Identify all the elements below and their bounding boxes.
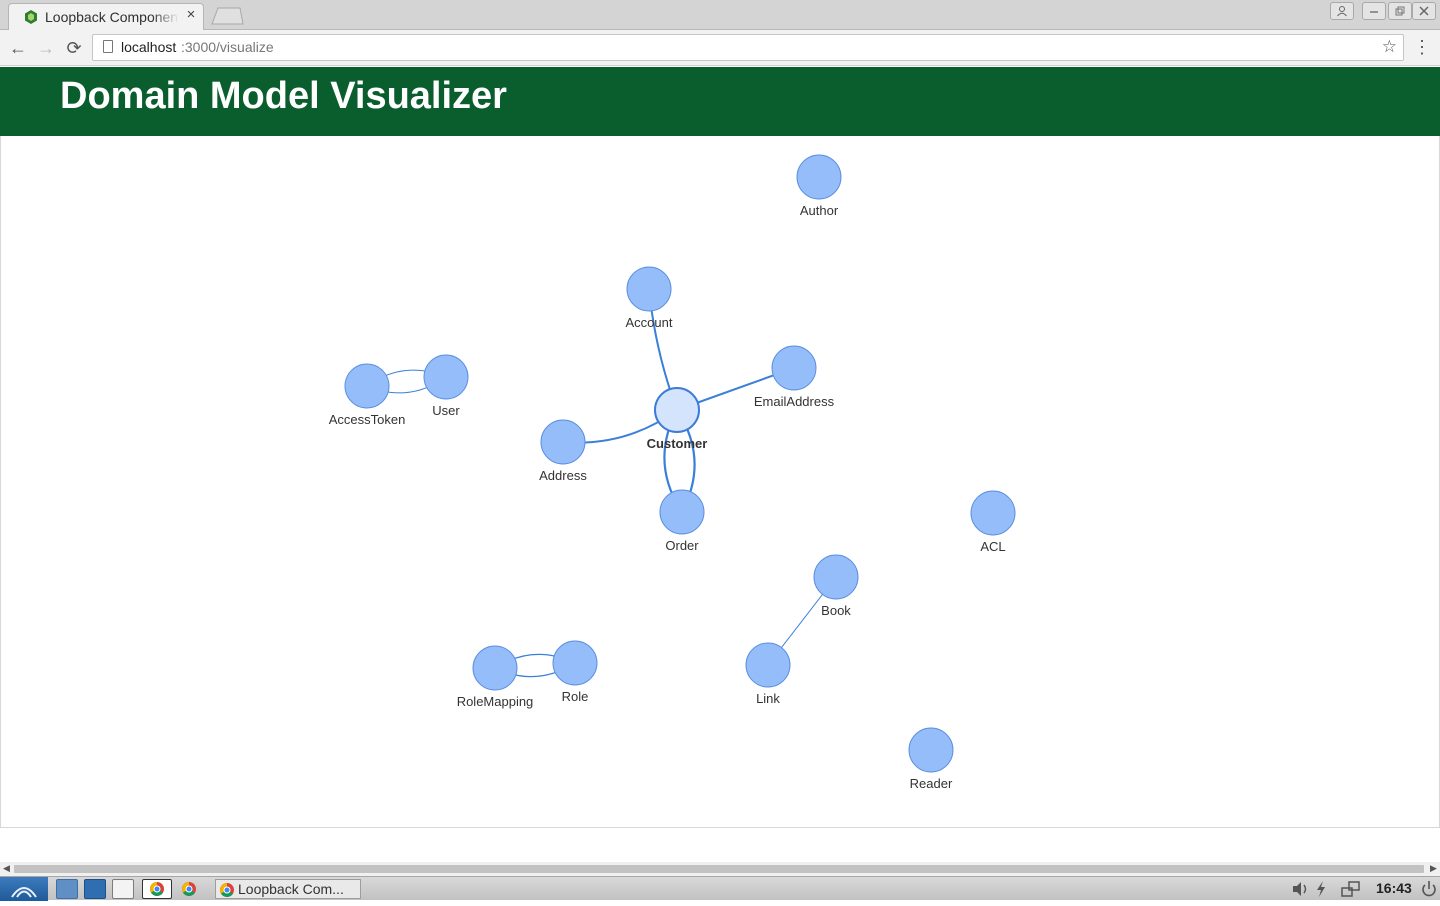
terminal-icon[interactable] <box>84 879 106 899</box>
node-circle-customer[interactable] <box>654 387 700 433</box>
tab-title: Loopback Components <box>45 9 179 25</box>
reload-icon[interactable]: ⟳ <box>63 37 85 59</box>
bookmark-star-icon[interactable]: ☆ <box>1382 37 1397 57</box>
minimize-button[interactable] <box>1362 2 1386 20</box>
node-label-order: Order <box>665 538 699 553</box>
scroll-left-icon[interactable]: ◀ <box>3 863 10 874</box>
node-circle-accesstoken[interactable] <box>344 363 390 409</box>
volume-icon[interactable] <box>1290 879 1312 899</box>
node-circle-link[interactable] <box>745 642 791 688</box>
node-circle-author[interactable] <box>796 154 842 200</box>
node-circle-role[interactable] <box>552 640 598 686</box>
node-circle-user[interactable] <box>423 354 469 400</box>
tab-close-icon[interactable]: × <box>184 7 198 23</box>
page-info-icon[interactable] <box>103 40 113 53</box>
graph-node-account[interactable]: Account <box>626 266 673 330</box>
node-label-book: Book <box>821 603 851 618</box>
graph-node-role[interactable]: Role <box>552 640 598 704</box>
new-tab-button[interactable] <box>210 7 244 25</box>
file-manager-icon[interactable] <box>56 879 78 899</box>
url-path: :3000/visualize <box>181 39 274 55</box>
loopback-favicon-icon <box>25 10 37 24</box>
scrollbar-thumb[interactable] <box>14 865 1424 873</box>
graph-canvas[interactable]: Author Account EmailAddress Customer Address… <box>0 136 1440 828</box>
node-circle-book[interactable] <box>813 554 859 600</box>
node-label-reader: Reader <box>910 776 953 791</box>
node-label-address: Address <box>539 468 587 483</box>
desktop-taskbar: Loopback Com... 16:43 <box>0 876 1440 901</box>
forward-icon[interactable]: → <box>35 37 57 59</box>
graph-links <box>366 288 837 678</box>
node-circle-order[interactable] <box>659 489 705 535</box>
node-circle-reader[interactable] <box>908 727 954 773</box>
chrome-launcher-icon[interactable] <box>142 879 172 899</box>
graph-node-rolemapping[interactable]: RoleMapping <box>457 645 534 709</box>
horizontal-scrollbar[interactable]: ◀ ▶ <box>0 862 1440 876</box>
node-label-role: Role <box>562 689 589 704</box>
scroll-right-icon[interactable]: ▶ <box>1430 863 1437 874</box>
chrome-app-icon[interactable] <box>178 879 200 899</box>
graph-node-customer[interactable]: Customer <box>647 387 708 451</box>
browser-tabstrip: Loopback Components × <box>0 0 1440 30</box>
browser-toolbar: ← → ⟳ localhost :3000/visualize ☆ ⋮ <box>0 30 1440 66</box>
graph-node-user[interactable]: User <box>423 354 469 418</box>
network-icon[interactable] <box>1340 879 1362 899</box>
taskbar-clock: 16:43 <box>1376 880 1412 896</box>
page-title: Domain Model Visualizer <box>60 75 507 117</box>
restore-button[interactable] <box>1388 2 1412 20</box>
graph-nodes: Author Account EmailAddress Customer Address… <box>329 154 1016 791</box>
graph-node-order[interactable]: Order <box>659 489 705 553</box>
node-label-user: User <box>432 403 460 418</box>
power-charge-icon[interactable] <box>1314 879 1328 899</box>
browser-menu-icon[interactable]: ⋮ <box>1413 36 1431 58</box>
node-label-rolemapping: RoleMapping <box>457 694 534 709</box>
domain-model-graph[interactable]: Author Account EmailAddress Customer Address… <box>1 136 1440 828</box>
node-label-link: Link <box>756 691 780 706</box>
graph-node-accesstoken[interactable]: AccessToken <box>329 363 406 427</box>
node-label-author: Author <box>800 203 839 218</box>
taskbar-task-chrome[interactable]: Loopback Com... <box>215 879 361 899</box>
back-icon[interactable]: ← <box>7 37 29 59</box>
chrome-task-icon <box>220 883 234 897</box>
node-label-accesstoken: AccessToken <box>329 412 406 427</box>
url-host: localhost <box>121 39 177 55</box>
profile-icon[interactable] <box>1330 2 1354 20</box>
node-label-acl: ACL <box>980 539 1005 554</box>
graph-node-book[interactable]: Book <box>813 554 859 618</box>
graph-node-acl[interactable]: ACL <box>970 490 1016 554</box>
graph-node-reader[interactable]: Reader <box>908 727 954 791</box>
node-circle-account[interactable] <box>626 266 672 312</box>
browser-tab[interactable]: Loopback Components × <box>8 3 204 30</box>
shutdown-icon[interactable] <box>1420 879 1438 899</box>
node-circle-emailaddress[interactable] <box>771 345 817 391</box>
start-menu-button[interactable] <box>0 877 48 901</box>
taskbar-task-label: Loopback Com... <box>238 881 344 897</box>
node-circle-address[interactable] <box>540 419 586 465</box>
window-icon[interactable] <box>112 879 134 899</box>
node-label-customer: Customer <box>647 436 708 451</box>
address-bar[interactable]: localhost :3000/visualize ☆ <box>92 34 1404 61</box>
graph-node-author[interactable]: Author <box>796 154 842 218</box>
node-circle-rolemapping[interactable] <box>472 645 518 691</box>
node-circle-acl[interactable] <box>970 490 1016 536</box>
node-label-emailaddress: EmailAddress <box>754 394 835 409</box>
app-header: Domain Model Visualizer <box>0 67 1440 136</box>
node-label-account: Account <box>626 315 673 330</box>
graph-node-address[interactable]: Address <box>539 419 587 483</box>
close-window-button[interactable] <box>1412 2 1436 20</box>
graph-node-link[interactable]: Link <box>745 642 791 706</box>
